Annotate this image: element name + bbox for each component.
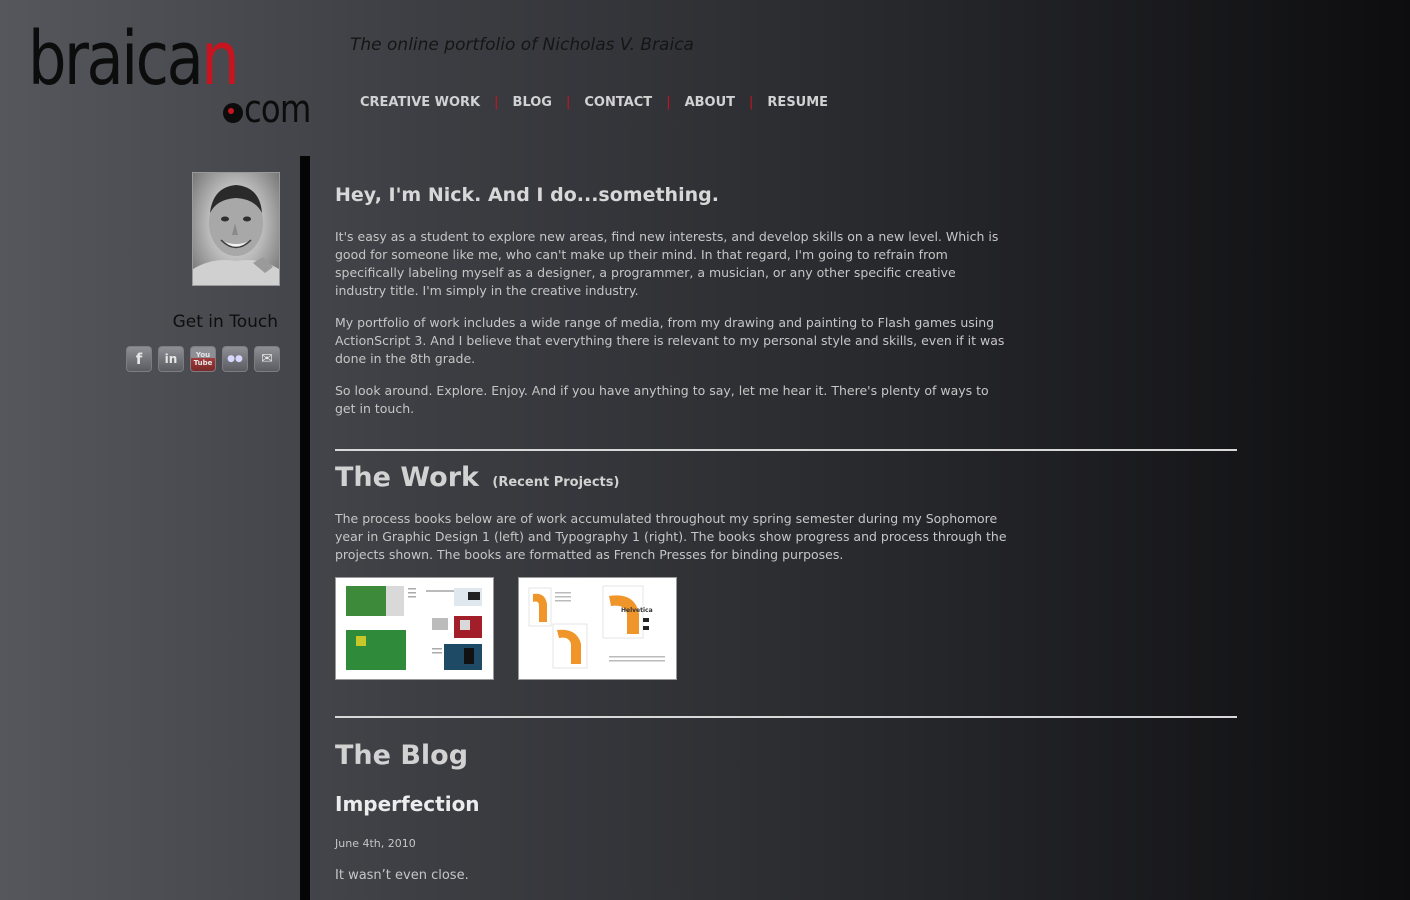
- nav-separator: |: [666, 95, 671, 110]
- nav-contact[interactable]: CONTACT: [584, 95, 652, 110]
- logo-dot-icon: [223, 103, 243, 123]
- helvetica-label: Helvetica: [621, 607, 653, 614]
- nav-resume[interactable]: RESUME: [767, 95, 828, 110]
- blog-post-body: It wasn’t even close.: [335, 868, 469, 883]
- work-section-title: The Work (Recent Projects): [335, 462, 619, 493]
- linkedin-icon[interactable]: in: [158, 346, 184, 372]
- logo-wordmark: braican: [28, 16, 240, 102]
- graphic-design-book-preview: [346, 586, 482, 670]
- site-tagline: The online portfolio of Nicholas V. Brai…: [350, 35, 694, 55]
- typography-book-preview: Helvetica: [528, 585, 665, 669]
- work-title: The Work: [335, 462, 479, 493]
- nav-separator: |: [565, 95, 571, 110]
- email-icon[interactable]: ✉: [254, 346, 280, 372]
- nav-separator: |: [494, 95, 499, 110]
- logo-suffix: com: [244, 87, 311, 131]
- sidebar-divider: [300, 156, 310, 900]
- intro-paragraph: My portfolio of work includes a wide ran…: [335, 315, 1005, 366]
- flickr-icon[interactable]: ●●: [222, 346, 248, 372]
- profile-photo: [192, 172, 280, 286]
- site-logo[interactable]: braican com: [28, 22, 311, 133]
- section-divider: [335, 449, 1237, 451]
- nav-about[interactable]: ABOUT: [685, 95, 735, 110]
- nav-blog[interactable]: BLOG: [513, 95, 552, 110]
- youtube-icon[interactable]: You Tube: [190, 346, 216, 372]
- work-subtitle: (Recent Projects): [492, 475, 620, 490]
- social-links: f in You Tube ●● ✉: [126, 346, 280, 372]
- intro-heading: Hey, I'm Nick. And I do...something.: [335, 184, 719, 206]
- project-thumbnail-graphic-design[interactable]: [335, 577, 494, 680]
- main-nav: CREATIVE WORK | BLOG | CONTACT | ABOUT |…: [360, 95, 828, 110]
- facebook-icon[interactable]: f: [126, 346, 152, 372]
- nav-creative-work[interactable]: CREATIVE WORK: [360, 95, 480, 110]
- project-thumbnail-typography[interactable]: Helvetica: [518, 577, 677, 680]
- intro-paragraph: So look around. Explore. Enjoy. And if y…: [335, 383, 989, 416]
- blog-section-title: The Blog: [335, 740, 469, 771]
- get-in-touch-heading: Get in Touch: [172, 312, 278, 332]
- nav-separator: |: [749, 95, 754, 110]
- section-divider: [335, 716, 1237, 718]
- profile-face-illustration: [193, 185, 279, 285]
- blog-post-date: June 4th, 2010: [335, 837, 416, 850]
- blog-post-title[interactable]: Imperfection: [335, 792, 480, 816]
- work-description: The process books below are of work accu…: [335, 511, 1007, 562]
- intro-paragraph: It's easy as a student to explore new ar…: [335, 229, 999, 298]
